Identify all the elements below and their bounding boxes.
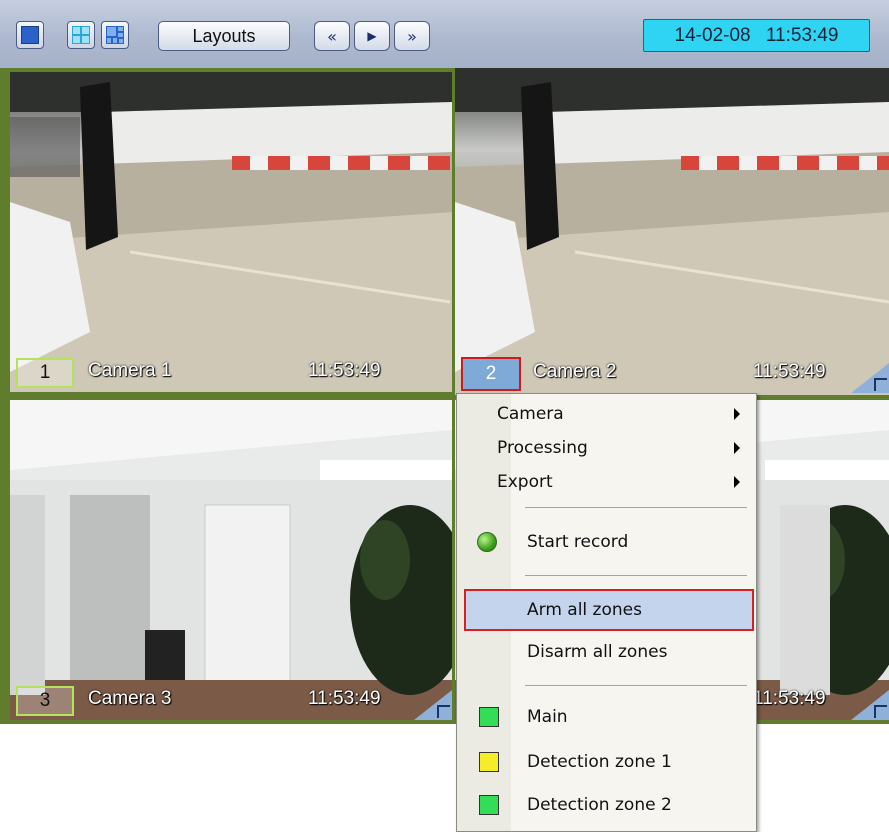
rewind-icon: « <box>327 26 337 46</box>
menu-item-label: Processing <box>497 438 588 458</box>
menu-item-label: Detection zone 2 <box>527 795 672 815</box>
camera-number[interactable]: 1 <box>16 358 74 388</box>
single-view-icon <box>21 26 39 44</box>
zone-status-icon <box>479 707 499 727</box>
camera-time: 11:53:49 <box>308 688 381 709</box>
multi-view-icon <box>106 26 124 44</box>
datetime-display: 14-02-08 11:53:49 <box>643 19 870 52</box>
fast-forward-button[interactable]: » <box>394 21 430 51</box>
menu-item-label: Detection zone 1 <box>527 752 672 772</box>
zone-status-icon <box>479 795 499 815</box>
menu-item-camera[interactable]: Camera <box>457 397 756 431</box>
camera-label-row: 3 Camera 3 11:53:49 <box>10 684 452 720</box>
camera-time: 11:53:49 <box>753 688 826 709</box>
playback-controls: « ▶ » <box>314 21 430 51</box>
menu-item-detection-zone-1[interactable]: Detection zone 1 <box>457 745 756 779</box>
menu-item-start-record[interactable]: Start record <box>457 525 756 559</box>
camera-name: Camera 2 <box>533 361 617 382</box>
menu-item-label: Disarm all zones <box>527 642 668 662</box>
menu-item-label: Arm all zones <box>527 600 642 620</box>
menu-item-label: Export <box>497 472 553 492</box>
camera-view-1[interactable]: 1 Camera 1 11:53:49 <box>10 72 452 392</box>
play-icon: ▶ <box>367 29 377 43</box>
quad-view-button[interactable] <box>67 21 95 49</box>
rewind-button[interactable]: « <box>314 21 350 51</box>
menu-separator <box>525 507 747 508</box>
fast-forward-icon: » <box>407 26 417 46</box>
camera-label-row: 2 Camera 2 11:53:49 <box>455 357 889 393</box>
camera-number[interactable]: 2 <box>461 357 521 391</box>
menu-separator <box>525 685 747 686</box>
menu-item-disarm-all-zones[interactable]: Disarm all zones <box>457 635 756 669</box>
camera-time: 11:53:49 <box>753 361 826 382</box>
camera-context-menu: Camera Processing Export Start record Ar… <box>456 393 757 832</box>
camera-feed-image <box>10 72 452 392</box>
multi-view-button[interactable] <box>101 21 129 49</box>
resize-corner-icon[interactable] <box>851 363 889 393</box>
toolbar: Layouts « ▶ » 14-02-08 11:53:49 <box>0 0 889 68</box>
camera-feed-image <box>455 68 889 395</box>
menu-separator <box>525 575 747 576</box>
submenu-arrow-icon <box>734 442 740 454</box>
camera-feed-image <box>10 400 452 720</box>
menu-item-detection-zone-2[interactable]: Detection zone 2 <box>457 788 756 822</box>
menu-item-arm-all-zones[interactable]: Arm all zones <box>464 589 754 631</box>
resize-corner-icon[interactable] <box>414 690 452 720</box>
submenu-arrow-icon <box>734 476 740 488</box>
quad-view-icon <box>72 26 90 44</box>
single-view-button[interactable] <box>16 21 44 49</box>
menu-item-export[interactable]: Export <box>457 465 756 499</box>
zone-status-icon <box>479 752 499 772</box>
menu-item-label: Start record <box>527 532 629 552</box>
camera-time: 11:53:49 <box>308 360 381 381</box>
camera-label-row: 1 Camera 1 11:53:49 <box>10 356 452 392</box>
submenu-arrow-icon <box>734 408 740 420</box>
layouts-button[interactable]: Layouts <box>158 21 290 51</box>
camera-view-2[interactable]: 2 Camera 2 11:53:49 <box>455 68 889 395</box>
resize-corner-icon[interactable] <box>851 690 889 720</box>
camera-view-3[interactable]: 3 Camera 3 11:53:49 <box>10 400 452 720</box>
camera-name: Camera 3 <box>88 688 172 709</box>
menu-item-zone-main[interactable]: Main <box>457 700 756 734</box>
menu-item-label: Camera <box>497 404 564 424</box>
record-icon <box>477 532 497 552</box>
camera-name: Camera 1 <box>88 360 172 381</box>
menu-item-processing[interactable]: Processing <box>457 431 756 465</box>
menu-item-label: Main <box>527 707 568 727</box>
camera-number[interactable]: 3 <box>16 686 74 716</box>
play-button[interactable]: ▶ <box>354 21 390 51</box>
